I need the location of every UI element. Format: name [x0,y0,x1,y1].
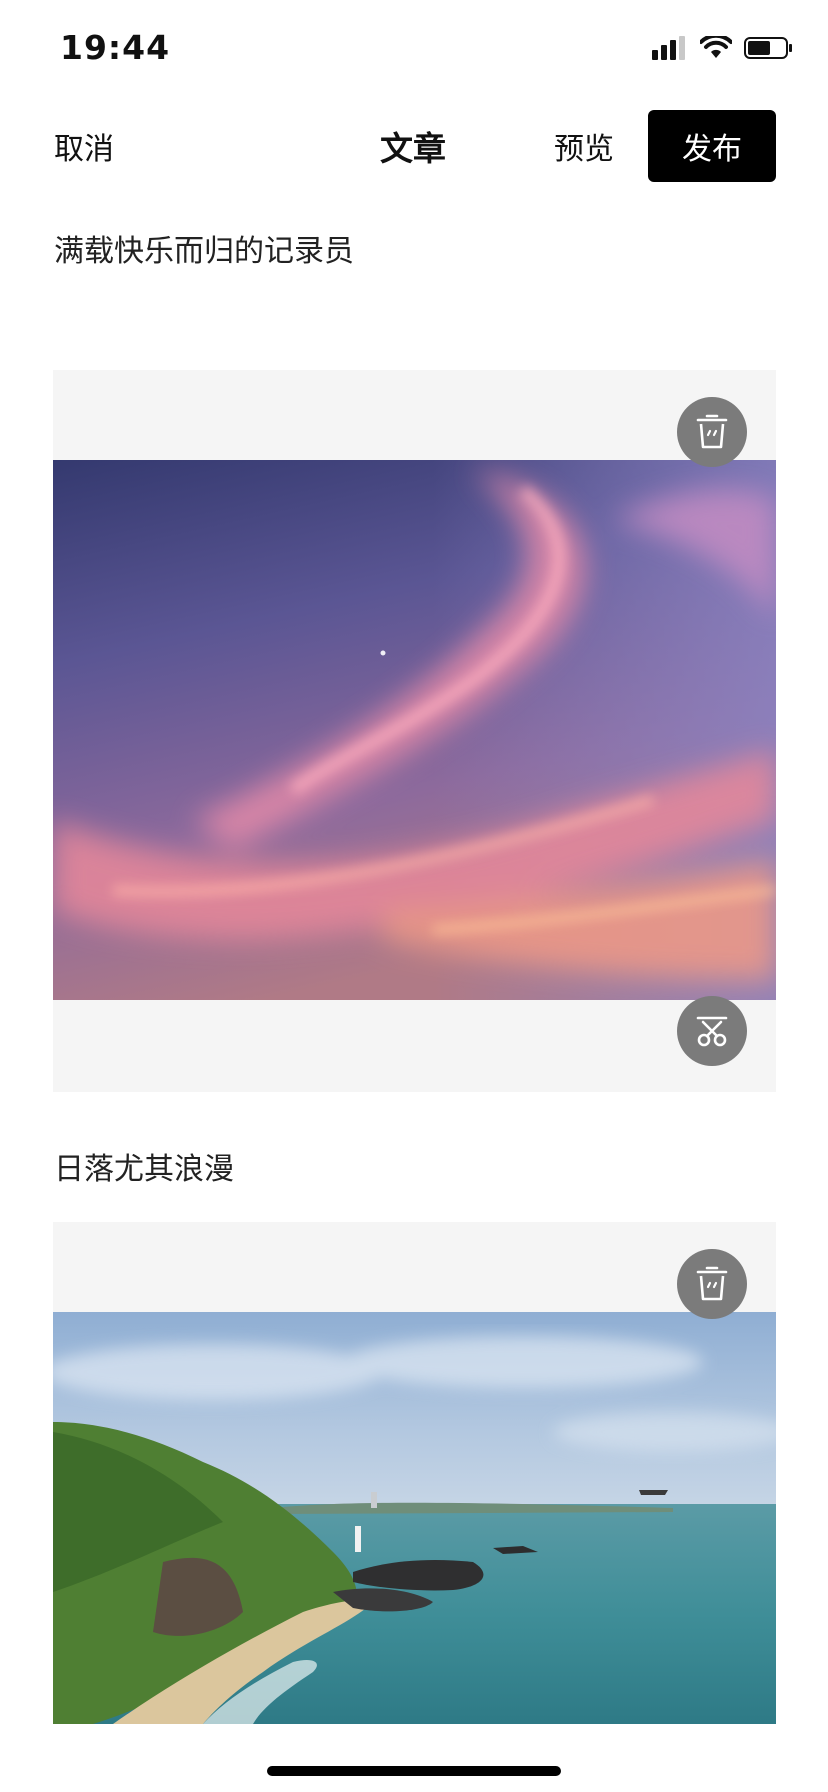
wifi-icon [700,36,732,58]
block-caption[interactable]: 满载快乐而归的记录员 [54,226,354,270]
crop-image-button[interactable] [677,996,747,1066]
image-block [53,1222,776,1724]
delete-image-button[interactable] [677,397,747,467]
image-block [53,370,776,1092]
home-indicator[interactable] [267,1766,561,1776]
scissors-icon [696,1016,728,1047]
page-title: 文章 [380,129,446,168]
delete-image-button[interactable] [677,1249,747,1319]
status-icons [652,36,794,60]
nav-bar: 取消 文章 预览 发布 [0,108,828,182]
coastline-photo[interactable] [53,1312,776,1724]
block-caption[interactable]: 日落尤其浪漫 [54,1144,234,1188]
publish-button[interactable]: 发布 [648,110,776,182]
preview-button[interactable]: 预览 [554,124,614,168]
status-time: 19:44 [60,28,171,67]
cancel-button[interactable]: 取消 [54,124,114,168]
status-bar: 19:44 [0,0,828,100]
trash-icon [696,1266,728,1301]
trash-icon [696,414,728,449]
sunset-sky-photo[interactable] [53,460,776,1000]
battery-icon [744,37,792,59]
cellular-signal-icon [652,36,685,60]
